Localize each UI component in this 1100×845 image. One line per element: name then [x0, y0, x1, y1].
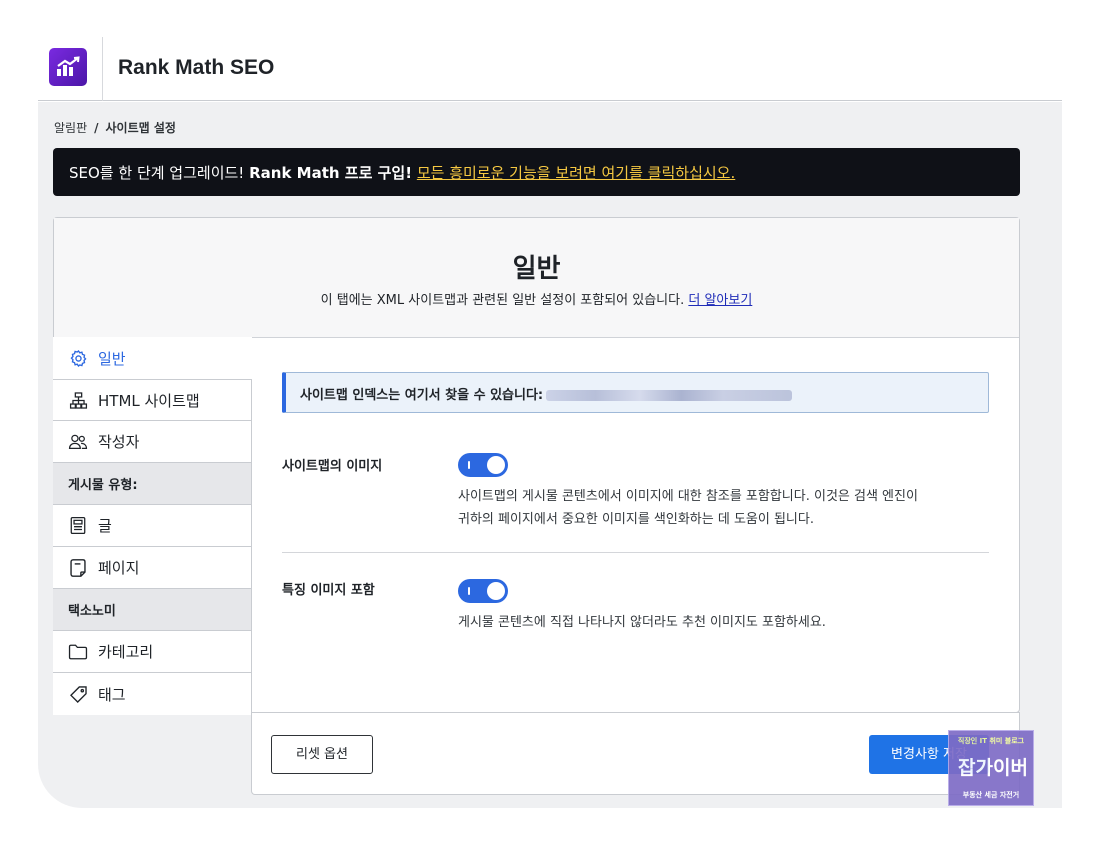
sidebar-item-label: 작성자 — [98, 433, 140, 451]
sidebar-item-html-sitemap[interactable]: HTML 사이트맵 — [53, 379, 252, 421]
promo-buy-text: Rank Math 프로 구입! — [249, 164, 413, 182]
sidebar-item-pages[interactable]: 페이지 — [53, 547, 252, 589]
description-line: 게시물 콘텐츠에 직접 나타나지 않더라도 추천 이미지도 포함하세요. — [458, 615, 826, 630]
gear-icon — [68, 348, 88, 368]
sidebar-item-label: 일반 — [98, 349, 126, 368]
card-header: 일반 이 탭에는 XML 사이트맵과 관련된 일반 설정이 포함되어 있습니다.… — [54, 218, 1019, 338]
sitemap-icon — [68, 390, 88, 410]
option-label-images: 사이트맵의 이미지 — [282, 459, 383, 474]
sidebar-item-authors[interactable]: 작성자 — [53, 421, 252, 463]
sidebar-border — [251, 379, 252, 714]
option-description-images: 사이트맵의 게시물 콘텐츠에서 이미지에 대한 참조를 포함합니다. 이것은 검… — [458, 485, 918, 531]
page-title: 일반 — [512, 254, 561, 284]
watermark-tagline: 직장인 IT 취미 블로그 — [957, 737, 1025, 745]
folder-icon — [68, 642, 88, 662]
sidebar-item-categories[interactable]: 카테고리 — [53, 631, 252, 673]
breadcrumb-separator: / — [94, 121, 99, 135]
top-bar: Rank Math SEO — [38, 37, 1062, 101]
sidebar-item-tags[interactable]: 태그 — [53, 673, 252, 715]
breadcrumb-parent-link[interactable]: 알림판 — [54, 121, 87, 135]
toggle-on-indicator — [468, 461, 470, 469]
sidebar-item-label: 글 — [98, 517, 112, 535]
blog-watermark-logo: 직장인 IT 취미 블로그 잡가이버 부동산 세금 자전거 — [948, 730, 1034, 806]
sitemap-index-label: 사이트맵 인덱스는 여기서 찾을 수 있습니다: — [300, 388, 544, 403]
toggle-knob — [487, 456, 505, 474]
toggle-on-indicator — [468, 587, 470, 595]
promo-lead-text: SEO를 한 단계 업그레이드! — [69, 164, 245, 182]
sitemap-index-url-blurred[interactable] — [546, 390, 793, 401]
description-line: 귀하의 페이지에서 중요한 이미지를 색인화하는 데 도움이 됩니다. — [458, 512, 814, 527]
breadcrumb-current: 사이트맵 설정 — [105, 121, 176, 135]
breadcrumb: 알림판 / 사이트맵 설정 — [54, 119, 176, 136]
toggle-featured-image[interactable] — [458, 579, 508, 603]
sidebar-item-label: HTML 사이트맵 — [98, 391, 200, 410]
options-divider — [282, 552, 989, 553]
settings-sidebar: 일반 HTML 사이트맵 작성자 게시물 유형: 글 페이지 택소노미 카테고리… — [53, 337, 252, 715]
option-description-featured-image: 게시물 콘텐츠에 직접 나타나지 않더라도 추천 이미지도 포함하세요. — [458, 611, 826, 634]
page-description: 이 탭에는 XML 사이트맵과 관련된 일반 설정이 포함되어 있습니다. 더 … — [54, 289, 1019, 308]
header-divider — [102, 37, 103, 101]
watermark-subline: 부동산 세금 자전거 — [962, 791, 1020, 799]
toggle-sitemap-images[interactable] — [458, 453, 508, 477]
toggle-knob — [487, 582, 505, 600]
sidebar-item-label: 페이지 — [98, 559, 140, 577]
taxonomy-heading: 택소노미 — [53, 589, 252, 631]
sidebar-item-general[interactable]: 일반 — [53, 337, 252, 379]
promo-link[interactable]: 모든 흥미로운 기능을 보려면 여기를 클릭하십시오. — [417, 164, 735, 182]
document-icon — [68, 516, 88, 536]
app-title: Rank Math SEO — [118, 56, 275, 79]
post-types-heading: 게시물 유형: — [53, 463, 252, 505]
learn-more-link[interactable]: 더 알아보기 — [688, 293, 752, 308]
footer-top-border — [251, 712, 1020, 713]
sidebar-item-label: 카테고리 — [98, 643, 154, 661]
sidebar-item-label: 태그 — [98, 685, 126, 704]
tag-icon — [68, 684, 88, 704]
option-label-featured-image: 특징 이미지 포함 — [282, 583, 375, 598]
users-icon — [68, 432, 88, 452]
description-text: 이 탭에는 XML 사이트맵과 관련된 일반 설정이 포함되어 있습니다. — [320, 293, 685, 308]
sidebar-item-posts[interactable]: 글 — [53, 505, 252, 547]
upgrade-promo-banner: SEO를 한 단계 업그레이드! Rank Math 프로 구입! 모든 흥미로… — [53, 148, 1020, 196]
sitemap-index-notice: 사이트맵 인덱스는 여기서 찾을 수 있습니다: — [282, 372, 989, 413]
page-icon — [68, 558, 88, 578]
watermark-brand: 잡가이버 — [958, 757, 1028, 779]
reset-options-button[interactable]: 리셋 옵션 — [271, 735, 373, 774]
rank-math-logo-icon — [49, 48, 87, 86]
description-line: 사이트맵의 게시물 콘텐츠에서 이미지에 대한 참조를 포함합니다. 이것은 검… — [458, 489, 918, 504]
